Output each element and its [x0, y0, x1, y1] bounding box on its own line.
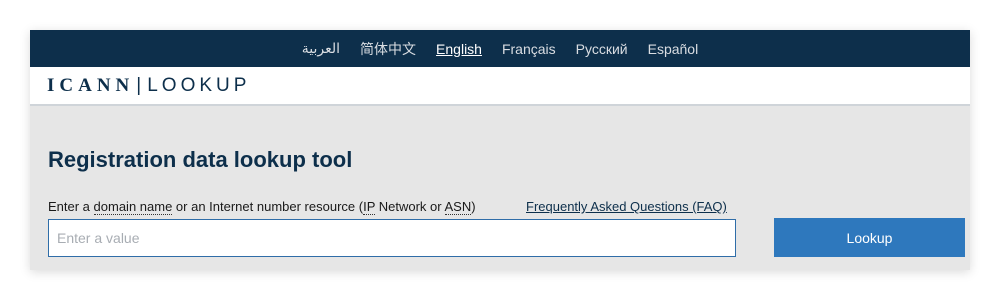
brand-header: ICANN | LOOKUP: [30, 67, 970, 106]
language-french[interactable]: Français: [502, 41, 556, 57]
instructions-text-2: or an Internet number resource (: [172, 199, 364, 214]
faq-link[interactable]: Frequently Asked Questions (FAQ): [526, 199, 727, 214]
language-arabic[interactable]: العربية: [302, 40, 340, 57]
lookup-input[interactable]: [48, 219, 736, 257]
language-spanish[interactable]: Español: [648, 41, 699, 57]
instructions-text-3: Network or: [375, 199, 445, 214]
lookup-page: العربية 简体中文 English Français Русский Es…: [30, 30, 970, 270]
asn-term[interactable]: ASN: [444, 199, 472, 215]
page-title: Registration data lookup tool: [48, 147, 353, 172]
brand-separator: |: [136, 74, 142, 96]
lookup-button[interactable]: Lookup: [774, 218, 965, 257]
language-chinese[interactable]: 简体中文: [360, 39, 416, 59]
brand-logo-lookup[interactable]: LOOKUP: [147, 75, 250, 97]
domain-name-term[interactable]: domain name: [93, 199, 173, 215]
input-instructions: Enter a domain name or an Internet numbe…: [48, 199, 476, 215]
ip-term[interactable]: IP: [363, 199, 376, 215]
brand-logo-icann[interactable]: ICANN: [47, 75, 134, 97]
language-russian[interactable]: Русский: [576, 41, 628, 57]
instructions-text-4: ): [471, 199, 476, 214]
language-english[interactable]: English: [436, 41, 482, 57]
language-bar: العربية 简体中文 English Français Русский Es…: [30, 30, 970, 67]
instructions-text-1: Enter a: [48, 199, 94, 214]
